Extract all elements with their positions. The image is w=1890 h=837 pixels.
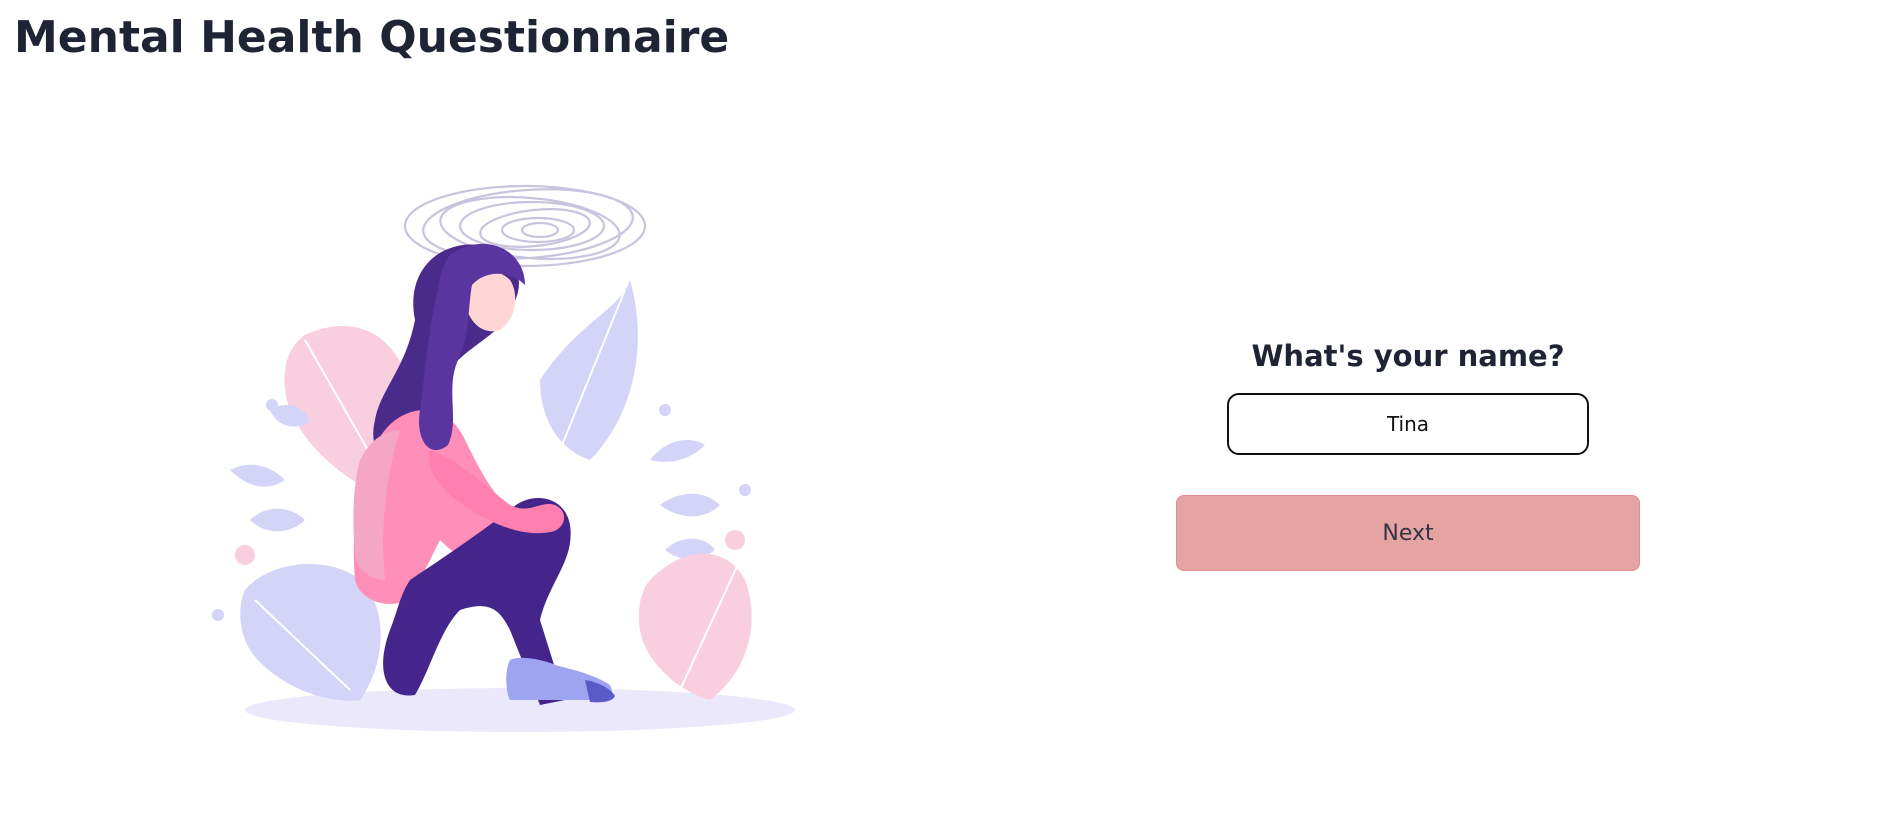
sad-woman-illustration [212,184,795,732]
question-label: What's your name? [1251,339,1565,373]
name-input[interactable] [1227,393,1589,455]
next-button[interactable]: Next [1176,495,1640,571]
page: Mental Health Questionnaire What's your … [0,0,1890,837]
page-title: Mental Health Questionnaire [14,12,730,63]
name-form: What's your name? Next [1176,335,1640,571]
